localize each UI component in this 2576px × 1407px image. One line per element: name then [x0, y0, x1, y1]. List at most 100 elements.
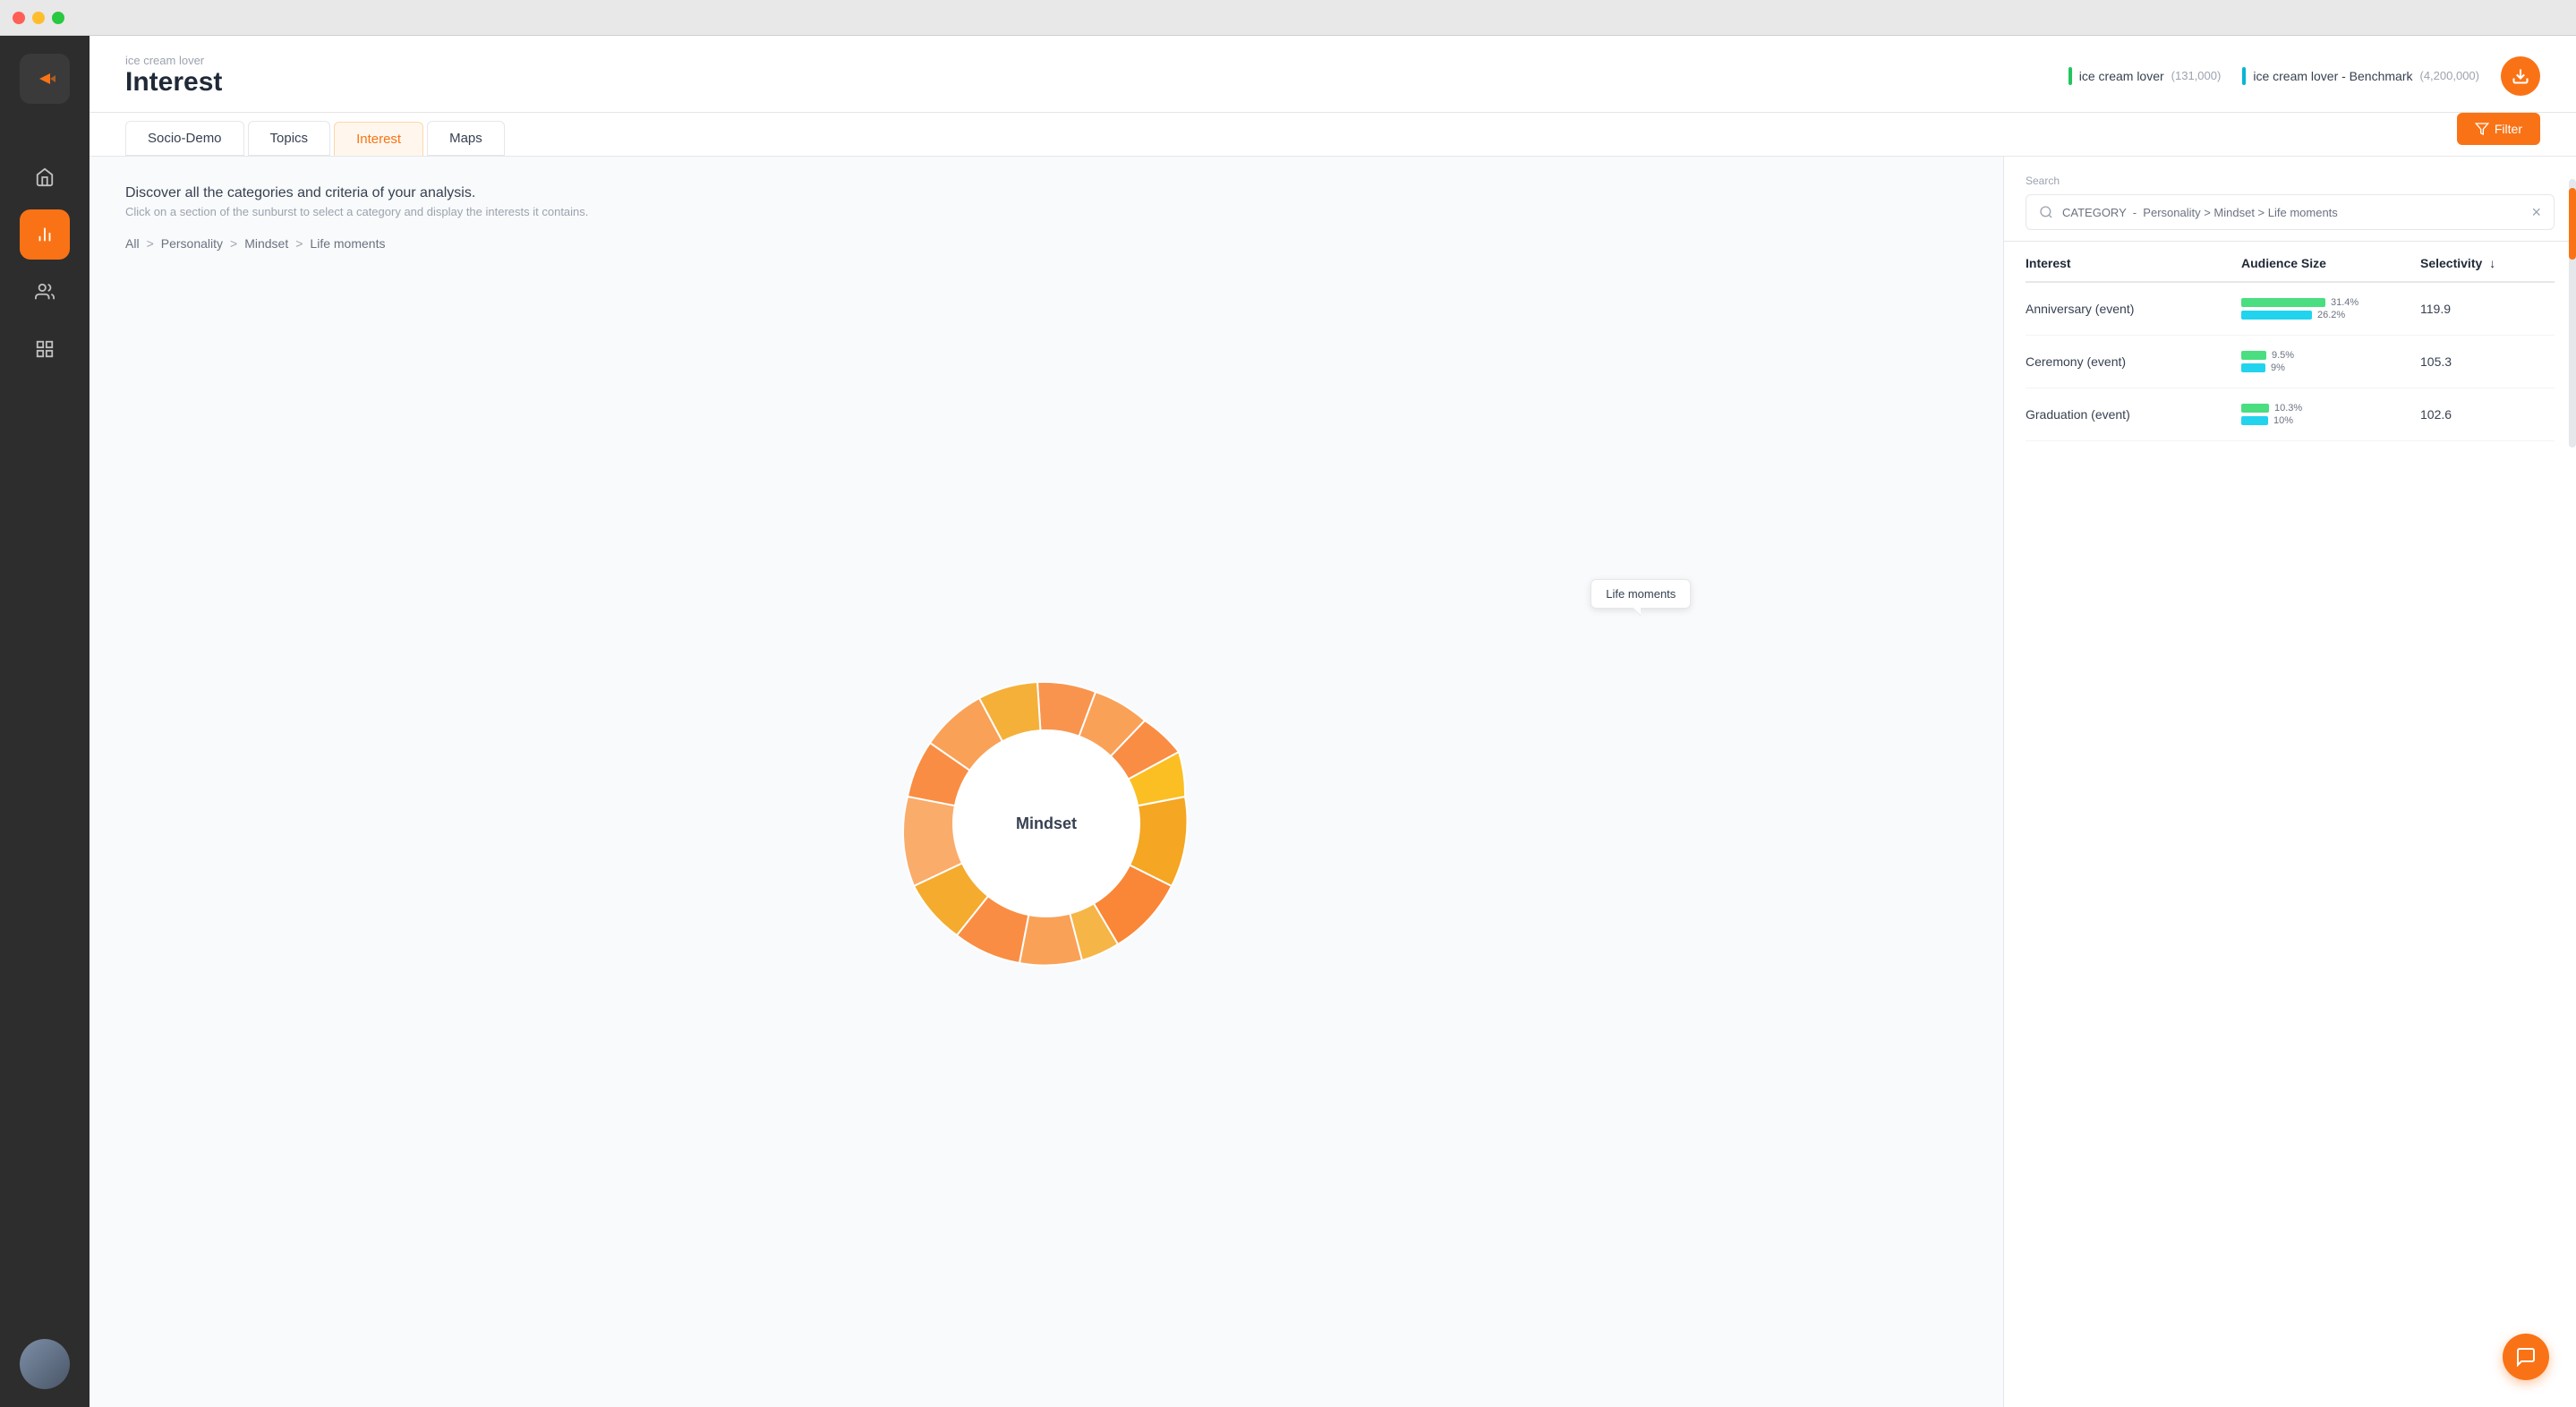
table-row: Ceremony (event) 9.5% 9%	[2026, 336, 2555, 388]
legend-item-1: ice cream lover (131,000)	[2068, 67, 2222, 85]
bar-label-3a: 10.3%	[2274, 403, 2302, 414]
scrollbar[interactable]	[2569, 179, 2576, 448]
bar-group-3: 10.3% 10%	[2241, 403, 2420, 426]
sunburst-chart[interactable]: Mindset	[858, 635, 1234, 1011]
table-row: Graduation (event) 10.3% 10%	[2026, 388, 2555, 441]
bar-label-2b: 9%	[2271, 362, 2285, 373]
close-button[interactable]	[13, 12, 25, 24]
column-selectivity[interactable]: Selectivity ↓	[2420, 256, 2555, 270]
bar-cyan-3	[2241, 416, 2268, 425]
breadcrumb: ice cream lover	[125, 54, 222, 67]
bar-row-3b: 10%	[2241, 415, 2420, 426]
legend-label-2: ice cream lover - Benchmark	[2253, 69, 2412, 83]
description-subtitle: Click on a section of the sunburst to se…	[125, 205, 1967, 218]
bar-green-2	[2241, 351, 2266, 360]
table-row: Anniversary (event) 31.4% 26.2%	[2026, 283, 2555, 336]
category-breadcrumb: All > Personality > Mindset > Life momen…	[125, 236, 1967, 251]
breadcrumb-sep-2: >	[230, 236, 237, 251]
app-logo[interactable]	[20, 54, 70, 104]
search-input[interactable]	[2062, 206, 2522, 219]
legend-item-2: ice cream lover - Benchmark (4,200,000)	[2242, 67, 2479, 85]
cell-audience-1: 31.4% 26.2%	[2241, 297, 2420, 320]
legend-bar-green	[2068, 67, 2072, 85]
column-audience-size[interactable]: Audience Size	[2241, 256, 2420, 270]
breadcrumb-sep-3: >	[295, 236, 303, 251]
breadcrumb-mindset[interactable]: Mindset	[244, 236, 288, 251]
table-area: Interest Audience Size Selectivity ↓ Ann…	[2004, 242, 2576, 1407]
header-left: ice cream lover Interest	[125, 54, 222, 98]
legend-bar-cyan	[2242, 67, 2246, 85]
chart-area[interactable]: Mindset Life moments	[125, 269, 1967, 1378]
tab-socio-demo[interactable]: Socio-Demo	[125, 121, 244, 156]
bar-row-2b: 9%	[2241, 362, 2420, 373]
legend-count-2: (4,200,000)	[2420, 69, 2480, 82]
search-label: Search	[2026, 175, 2555, 187]
legend-count-1: (131,000)	[2171, 69, 2222, 82]
tab-maps[interactable]: Maps	[427, 121, 505, 156]
svg-text:Mindset: Mindset	[1016, 814, 1077, 832]
search-section: Search ×	[2004, 157, 2576, 242]
description-block: Discover all the categories and criteria…	[125, 185, 1967, 218]
search-clear-button[interactable]: ×	[2531, 204, 2541, 220]
page-title: Interest	[125, 67, 222, 98]
cell-interest-1: Anniversary (event)	[2026, 302, 2241, 316]
maximize-button[interactable]	[52, 12, 64, 24]
sidebar-item-analytics[interactable]	[20, 209, 70, 260]
scrollbar-thumb[interactable]	[2569, 188, 2576, 260]
cell-selectivity-2: 105.3	[2420, 354, 2555, 369]
legend: ice cream lover (131,000) ice cream love…	[2068, 56, 2540, 96]
breadcrumb-life-moments[interactable]: Life moments	[310, 236, 385, 251]
description-title: Discover all the categories and criteria…	[125, 185, 1967, 201]
search-box[interactable]: ×	[2026, 194, 2555, 230]
chat-button[interactable]	[2503, 1334, 2549, 1380]
legend-label-1: ice cream lover	[2079, 69, 2164, 83]
column-interest: Interest	[2026, 256, 2241, 270]
header-top-row: ice cream lover Interest ice cream lover…	[125, 54, 2540, 98]
cell-selectivity-3: 102.6	[2420, 407, 2555, 422]
bar-row-2a: 9.5%	[2241, 350, 2420, 361]
filter-label: Filter	[2495, 122, 2522, 136]
right-panel: Search × Interest Audience Size	[2003, 157, 2576, 1407]
chart-tooltip: Life moments	[1591, 579, 1691, 609]
tab-topics[interactable]: Topics	[248, 121, 331, 156]
cell-interest-2: Ceremony (event)	[2026, 354, 2241, 369]
bar-green-3	[2241, 404, 2269, 413]
bar-row-1b: 26.2%	[2241, 310, 2420, 320]
breadcrumb-all[interactable]: All	[125, 236, 140, 251]
cell-selectivity-1: 119.9	[2420, 302, 2555, 316]
minimize-button[interactable]	[32, 12, 45, 24]
sidebar-item-home[interactable]	[20, 152, 70, 202]
cell-interest-3: Graduation (event)	[2026, 407, 2241, 422]
bar-green-1	[2241, 298, 2325, 307]
avatar-image	[20, 1339, 70, 1389]
search-icon	[2039, 205, 2053, 219]
breadcrumb-personality[interactable]: Personality	[161, 236, 223, 251]
bar-group-2: 9.5% 9%	[2241, 350, 2420, 373]
bar-label-1b: 26.2%	[2317, 310, 2345, 320]
window-chrome	[0, 0, 2576, 36]
page-header: ice cream lover Interest ice cream lover…	[90, 36, 2576, 113]
sidebar	[0, 0, 90, 1407]
tab-bar: Socio-Demo Topics Interest Maps	[125, 121, 505, 156]
chat-icon	[2515, 1346, 2537, 1368]
content-area: Discover all the categories and criteria…	[90, 157, 2576, 1407]
sidebar-navigation	[20, 152, 70, 374]
avatar[interactable]	[20, 1339, 70, 1389]
tooltip-label: Life moments	[1606, 587, 1676, 601]
cell-audience-3: 10.3% 10%	[2241, 403, 2420, 426]
bar-label-3b: 10%	[2273, 415, 2293, 426]
tab-interest[interactable]: Interest	[334, 122, 423, 156]
bar-row-1a: 31.4%	[2241, 297, 2420, 308]
left-panel: Discover all the categories and criteria…	[90, 157, 2003, 1407]
download-button[interactable]	[2501, 56, 2540, 96]
sidebar-item-grid[interactable]	[20, 324, 70, 374]
sort-icon: ↓	[2489, 256, 2495, 270]
cell-audience-2: 9.5% 9%	[2241, 350, 2420, 373]
bar-label-1a: 31.4%	[2331, 297, 2358, 308]
bar-label-2a: 9.5%	[2272, 350, 2294, 361]
sidebar-item-users[interactable]	[20, 267, 70, 317]
filter-button[interactable]: Filter	[2457, 113, 2540, 145]
table-header: Interest Audience Size Selectivity ↓	[2026, 242, 2555, 283]
nav-row: Socio-Demo Topics Interest Maps Filter	[90, 113, 2576, 157]
breadcrumb-sep-1: >	[147, 236, 154, 251]
